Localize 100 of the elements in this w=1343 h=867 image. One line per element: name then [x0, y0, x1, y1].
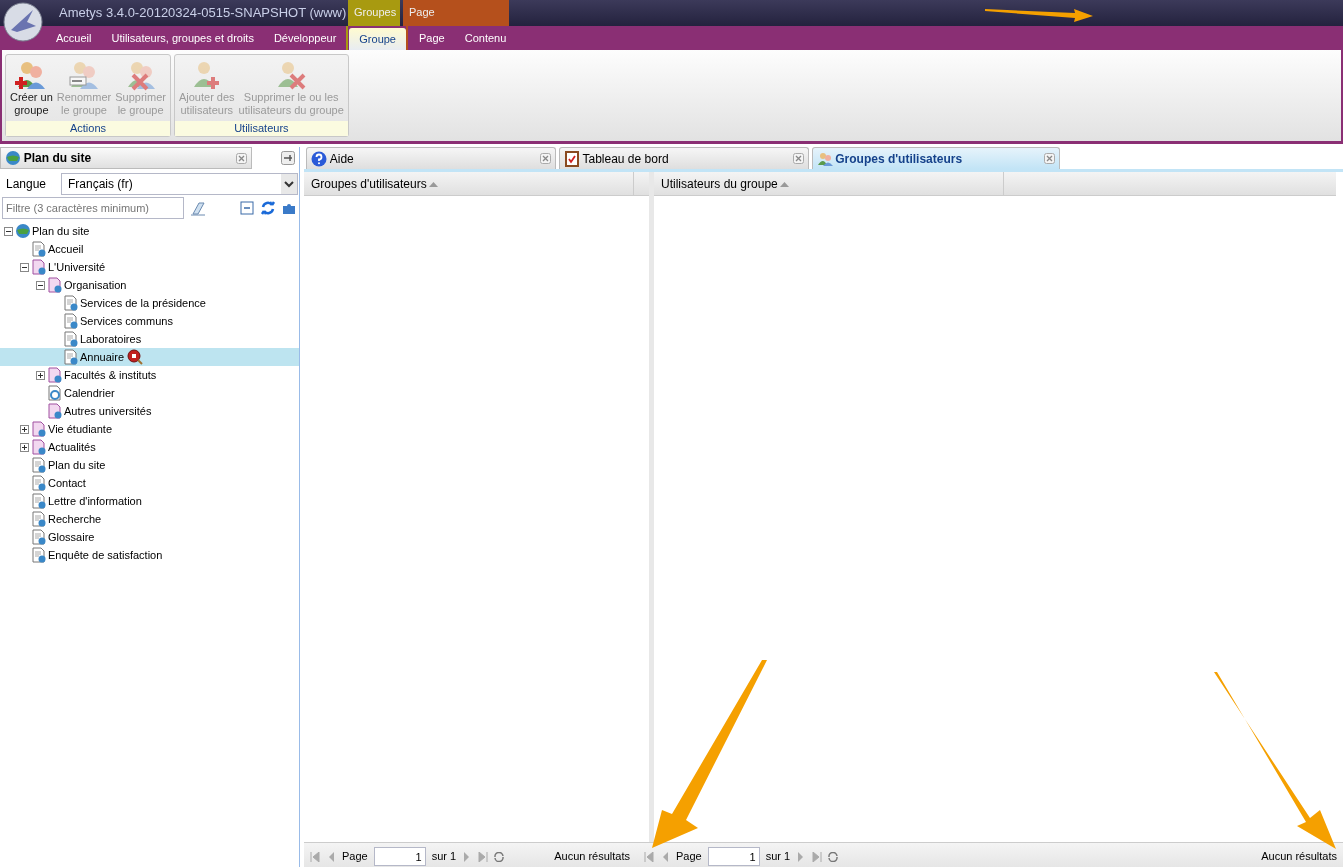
ribbon-button[interactable]: Créer un groupe	[8, 57, 55, 121]
page-icon	[31, 457, 47, 473]
last-page-button[interactable]	[812, 850, 823, 863]
page-icon	[31, 241, 47, 257]
first-page-button[interactable]	[310, 850, 320, 863]
first-page-icon	[310, 852, 320, 863]
tree-node[interactable]: Contact	[0, 474, 299, 492]
filter-field[interactable]: Filtre (3 caractères minimum)	[2, 197, 184, 219]
page-field[interactable]: 1	[373, 847, 426, 866]
page-icon	[63, 349, 79, 365]
first-page-button[interactable]	[644, 850, 654, 863]
tree-node[interactable]: Vie étudiante	[0, 420, 299, 438]
folder-page-icon	[31, 259, 47, 275]
page-count: sur 1	[765, 849, 791, 865]
tree-node[interactable]: Organisation	[0, 276, 299, 294]
ribbon-tab[interactable]: Accueil	[46, 26, 102, 50]
remove-user-people-icon	[275, 59, 308, 91]
tree-node[interactable]: Services communs	[0, 312, 299, 330]
calendar-page-icon	[47, 385, 63, 401]
tree-node[interactable]: Services de la présidence	[0, 294, 299, 312]
close-icon[interactable]	[792, 153, 804, 164]
globe-icon	[15, 223, 31, 239]
tree-node[interactable]: Facultés & instituts	[0, 366, 299, 384]
tree-node[interactable]: Plan du site	[0, 456, 299, 474]
sort-icon	[780, 180, 790, 187]
tree-node[interactable]: Recherche	[0, 510, 299, 528]
first-page-icon	[644, 852, 654, 863]
last-page-icon	[812, 852, 823, 863]
collapse-icon[interactable]	[36, 280, 47, 290]
ribbon-tab[interactable]: Groupe	[349, 28, 406, 50]
context-tab-group: Groupes	[348, 0, 400, 26]
tree-node[interactable]: L'Université	[0, 258, 299, 276]
ribbon-tab[interactable]: Développeur	[263, 26, 347, 50]
groups-icon	[816, 150, 833, 167]
tree-node[interactable]: Calendrier	[0, 384, 299, 402]
folder-page-icon	[47, 367, 63, 383]
close-icon[interactable]	[236, 152, 247, 164]
group-title: Actions	[6, 121, 170, 136]
expand-icon[interactable]	[20, 442, 31, 452]
close-icon[interactable]	[1043, 153, 1055, 164]
page-count: sur 1	[431, 849, 457, 865]
page-icon	[63, 331, 79, 347]
page-field[interactable]: 1	[707, 847, 760, 866]
add-people-icon	[15, 59, 48, 91]
close-icon[interactable]	[540, 153, 551, 164]
expand-icon[interactable]	[36, 370, 47, 380]
eraser-icon[interactable]	[189, 200, 206, 216]
tree-node[interactable]: Plan du site	[0, 222, 299, 240]
tree-node[interactable]: Glossaire	[0, 528, 299, 546]
pin-icon[interactable]	[281, 151, 295, 165]
last-page-icon	[478, 852, 489, 863]
status-text: Aucun résultats	[554, 849, 630, 865]
context-tab-group: Page	[403, 0, 509, 26]
tree-node[interactable]: Autres universités	[0, 402, 299, 420]
refresh-icon[interactable]	[259, 200, 276, 216]
panel-title: Plan du site	[23, 150, 93, 167]
tree-node[interactable]: Annuaire	[0, 348, 299, 366]
app-title: Ametys 3.4.0-20120324-0515-SNAPSHOT (www)	[59, 4, 348, 22]
page-icon	[31, 547, 47, 563]
page-icon	[63, 313, 79, 329]
language-select[interactable]: Français (fr)	[61, 173, 298, 195]
refresh-button[interactable]	[828, 850, 839, 863]
status-text: Aucun résultats	[1261, 849, 1337, 865]
page-icon	[31, 493, 47, 509]
page-label: Page	[342, 849, 368, 865]
help-icon	[311, 150, 327, 167]
tree-node[interactable]: Lettre d'information	[0, 492, 299, 510]
group-title: Utilisateurs	[174, 121, 348, 136]
refresh-button[interactable]	[494, 850, 505, 863]
last-page-button[interactable]	[478, 850, 489, 863]
page-icon	[31, 529, 47, 545]
expand-icon[interactable]	[20, 424, 31, 434]
caret-icon	[281, 174, 297, 194]
page-icon	[63, 295, 79, 311]
globe-icon	[5, 150, 21, 166]
dashboard-icon	[563, 150, 580, 167]
ribbon-tab[interactable]: Contenu	[454, 26, 517, 50]
folder-page-icon	[47, 277, 63, 293]
folder-page-icon	[31, 439, 47, 455]
refresh-icon	[494, 852, 505, 863]
tree-node[interactable]: Actualités	[0, 438, 299, 456]
rename-people-icon	[68, 59, 100, 91]
document-tab[interactable]: Tableau de bord	[558, 147, 809, 169]
tree-node[interactable]: Laboratoires	[0, 330, 299, 348]
page-label: Page	[676, 849, 702, 865]
collapse-icon[interactable]	[20, 262, 31, 272]
folder-page-icon	[31, 421, 47, 437]
ribbon-tab[interactable]: Utilisateurs, groupes et droits	[101, 26, 264, 50]
document-tab[interactable]: Aide	[306, 147, 556, 169]
language-label: Langue	[6, 176, 48, 193]
tree-node[interactable]: Enquête de satisfaction	[0, 546, 299, 564]
tree-node[interactable]: Accueil	[0, 240, 299, 258]
collapse-icon[interactable]	[4, 226, 15, 236]
ribbon-tab[interactable]: Page	[409, 26, 455, 50]
folder-page-icon	[47, 403, 63, 419]
page-icon	[31, 475, 47, 491]
document-tab[interactable]: Groupes d'utilisateurs	[811, 147, 1060, 169]
refresh-icon	[828, 852, 839, 863]
page-icon	[31, 511, 47, 527]
sort-icon	[429, 180, 439, 187]
